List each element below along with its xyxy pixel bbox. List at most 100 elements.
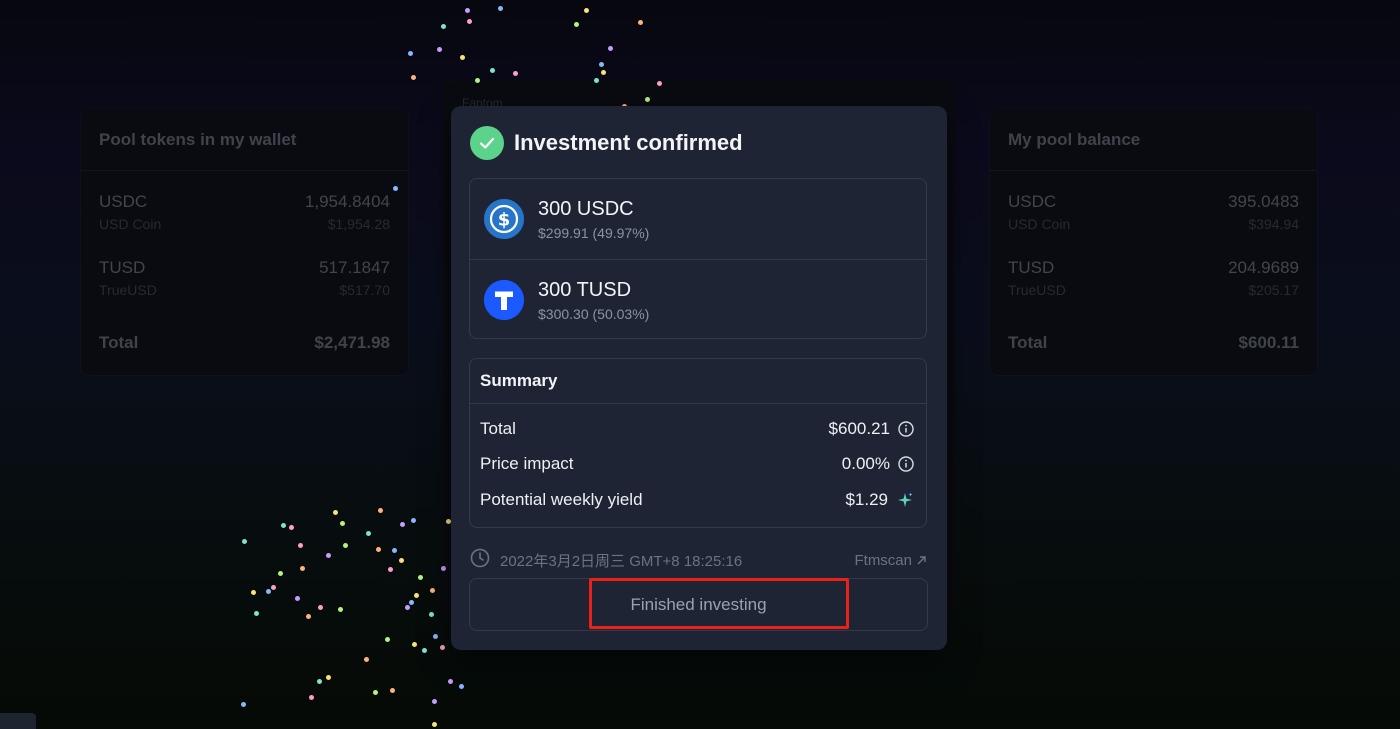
summary-label: Potential weekly yield bbox=[480, 490, 643, 509]
token-amount: 300 TUSD bbox=[538, 278, 632, 301]
investment-confirmed-modal: Investment confirmed $ 300 USDC $299.91 … bbox=[451, 106, 947, 650]
confetti-dot bbox=[574, 22, 579, 27]
confetti-dot bbox=[432, 699, 437, 704]
summary-value: $1.29 bbox=[845, 490, 888, 509]
summary-row-weekly-yield: Potential weekly yield $1.29 bbox=[480, 490, 914, 510]
confetti-dot bbox=[513, 71, 518, 76]
token-usd: $1,954.28 bbox=[327, 216, 390, 232]
confetti-dot bbox=[429, 612, 434, 617]
summary-label: Total bbox=[480, 419, 516, 438]
confetti-dot bbox=[378, 508, 383, 513]
invested-tokens-list: $ 300 USDC $299.91 (49.97%) 300 TUSD $30… bbox=[469, 178, 927, 339]
confetti-dot bbox=[326, 553, 331, 558]
token-value: $299.91 (49.97%) bbox=[538, 224, 650, 241]
summary-value: $600.21 bbox=[828, 419, 890, 438]
tusd-icon bbox=[484, 280, 524, 320]
token-amount: 300 USDC bbox=[538, 197, 634, 220]
confetti-dot bbox=[441, 566, 446, 571]
confetti-dot bbox=[289, 525, 294, 530]
confetti-dot bbox=[343, 543, 348, 548]
confetti-dot bbox=[430, 588, 435, 593]
list-item: 300 TUSD $300.30 (50.03%) bbox=[470, 260, 926, 340]
confetti-dot bbox=[271, 585, 276, 590]
confetti-dot bbox=[441, 24, 446, 29]
confetti-dot bbox=[388, 567, 393, 572]
confetti-dot bbox=[399, 558, 404, 563]
confetti-dot bbox=[490, 68, 495, 73]
confetti-dot bbox=[418, 575, 423, 580]
token-symbol: TUSD bbox=[1008, 258, 1055, 277]
explorer-link[interactable]: Ftmscan bbox=[854, 552, 927, 569]
my-pool-balance-card: My pool balance USDC USD Coin 395.0483 $… bbox=[990, 109, 1317, 375]
confetti-dot bbox=[460, 55, 465, 60]
token-balance: 204.9689 bbox=[1228, 258, 1299, 277]
confetti-dot bbox=[278, 571, 283, 576]
confetti-dot bbox=[393, 186, 398, 191]
confetti-dot bbox=[281, 523, 286, 528]
token-row: USDC USD Coin 395.0483 $394.94 bbox=[1008, 192, 1299, 232]
confetti-dot bbox=[300, 566, 305, 571]
summary-title: Summary bbox=[470, 359, 926, 404]
confetti-dot bbox=[448, 679, 453, 684]
summary-row-price-impact: Price impact 0.00% bbox=[480, 454, 914, 474]
check-icon bbox=[470, 126, 504, 160]
confetti-dot bbox=[364, 657, 369, 662]
info-icon[interactable] bbox=[898, 456, 914, 472]
info-icon[interactable] bbox=[898, 421, 914, 437]
confetti-dot bbox=[392, 548, 397, 553]
confetti-dot bbox=[594, 78, 599, 83]
token-symbol: USDC bbox=[99, 192, 148, 211]
token-usd: $394.94 bbox=[1248, 216, 1299, 232]
confetti-dot bbox=[414, 593, 419, 598]
confetti-dot bbox=[657, 81, 662, 86]
confetti-dot bbox=[440, 645, 445, 650]
total-label: Total bbox=[1008, 333, 1048, 352]
token-value: $300.30 (50.03%) bbox=[538, 305, 650, 322]
confetti-dot bbox=[390, 688, 395, 693]
card-title: My pool balance bbox=[990, 109, 1317, 171]
confetti-dot bbox=[317, 679, 322, 684]
confetti-dot bbox=[599, 62, 604, 67]
sparkle-icon[interactable] bbox=[896, 491, 914, 509]
confetti-dot bbox=[608, 46, 613, 51]
svg-text:$: $ bbox=[498, 210, 511, 231]
confetti-dot bbox=[645, 97, 650, 102]
token-name: USD Coin bbox=[1008, 216, 1071, 232]
transaction-timestamp: 2022年3月2日周三 GMT+8 18:25:16 bbox=[500, 552, 743, 570]
confetti-dot bbox=[409, 600, 414, 605]
confetti-dot bbox=[411, 518, 416, 523]
list-item: $ 300 USDC $299.91 (49.97%) bbox=[470, 179, 926, 260]
pool-tokens-wallet-card: Pool tokens in my wallet USDC USD Coin 1… bbox=[81, 109, 408, 375]
summary-row-total: Total $600.21 bbox=[480, 419, 914, 439]
modal-header: Investment confirmed bbox=[470, 126, 743, 160]
token-row: TUSD TrueUSD 204.9689 $205.17 bbox=[1008, 258, 1299, 298]
confetti-dot bbox=[601, 70, 606, 75]
token-name: TrueUSD bbox=[1008, 282, 1066, 298]
confetti-dot bbox=[251, 590, 256, 595]
total-value: $2,471.98 bbox=[314, 333, 390, 352]
confetti-dot bbox=[584, 8, 589, 13]
annotation-highlight-box bbox=[589, 578, 849, 629]
confetti-dot bbox=[338, 607, 343, 612]
confetti-dot bbox=[411, 75, 416, 80]
confetti-dot bbox=[333, 510, 338, 515]
transaction-meta: 2022年3月2日周三 GMT+8 18:25:16 Ftmscan bbox=[470, 548, 927, 572]
confetti-dot bbox=[309, 695, 314, 700]
confetti-dot bbox=[326, 675, 331, 680]
token-symbol: USDC bbox=[1008, 192, 1057, 211]
confetti-dot bbox=[400, 522, 405, 527]
confetti-dot bbox=[385, 637, 390, 642]
confetti-dot bbox=[254, 611, 259, 616]
modal-title: Investment confirmed bbox=[514, 130, 743, 155]
explorer-link-label: Ftmscan bbox=[854, 551, 912, 569]
confetti-dot bbox=[298, 543, 303, 548]
total-label: Total bbox=[99, 333, 139, 352]
confetti-dot bbox=[366, 531, 371, 536]
confetti-dot bbox=[459, 684, 464, 689]
token-name: TrueUSD bbox=[99, 282, 157, 298]
corner-tab bbox=[0, 713, 36, 729]
summary-value: 0.00% bbox=[841, 454, 890, 473]
confetti-dot bbox=[373, 690, 378, 695]
confetti-dot bbox=[408, 51, 413, 56]
confetti-dot bbox=[306, 614, 311, 619]
